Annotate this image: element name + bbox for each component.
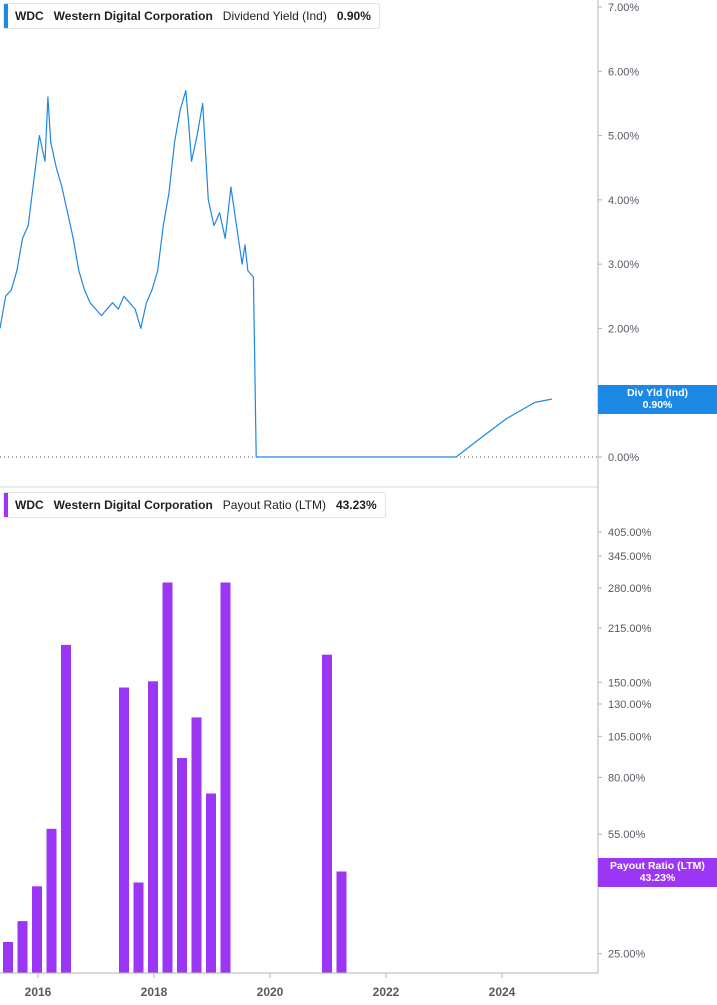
payout-bar [191,717,202,973]
x-tick-label: 2020 [257,985,284,999]
payout-ratio-series [3,582,347,973]
y-tick-label: 130.00% [608,699,652,711]
x-axis: 2016 2018 2020 2022 2024 [0,972,598,999]
bottom-legend: WDC Western Digital Corporation Payout R… [3,492,386,518]
payout-bar [220,582,231,973]
legend-value: 43.23% [335,498,377,512]
y-tick-label: 80.00% [608,773,646,785]
payout-bar [206,793,216,973]
legend-company: Western Digital Corporation [53,498,213,512]
y-tick-label: 6.00% [608,66,639,78]
x-tick-label: 2016 [25,985,52,999]
payout-bar [133,882,144,973]
y-tick-label: 345.00% [608,551,652,563]
payout-bar [61,644,71,973]
yield-tag-label: Div Yld (Ind) [626,387,689,399]
payout-bar [119,687,129,973]
x-tick-label: 2018 [141,985,168,999]
y-tick-label: 105.00% [608,731,652,743]
y-tick-label: 405.00% [608,527,652,539]
y-tick-label: 215.00% [608,623,652,635]
yield-tag-value: 0.90% [642,399,673,411]
dividend-yield-line [0,89,552,458]
y-tick-label: 2.00% [608,323,639,335]
y-tick-label: 3.00% [608,259,639,271]
y-tick-label: 5.00% [608,131,639,143]
payout-bar [17,921,28,973]
legend-metric: Dividend Yield (Ind) [222,9,327,23]
y-tick-label: 4.00% [608,195,639,207]
top-panel-grid [0,456,598,488]
payout-bar [162,582,173,973]
legend-value: 0.90% [336,9,371,23]
payout-bar [322,654,332,973]
legend-company: Western Digital Corporation [53,9,213,23]
x-tick-label: 2024 [489,985,516,999]
payout-bar [177,758,187,973]
legend-ticker: WDC [15,9,44,23]
payout-tag-value: 43.23% [639,872,676,884]
yield-value-tag: Div Yld (Ind) 0.90% [598,385,717,414]
dividend-yield-series [0,89,552,458]
payout-tag-label: Payout Ratio (LTM) [610,860,705,872]
payout-bar [3,942,13,973]
y-tick-label: 150.00% [608,677,652,689]
legend-ticker: WDC [15,498,44,512]
y-tick-label: 280.00% [608,583,652,595]
yield-swatch [4,4,8,28]
payout-bar [46,828,57,973]
y-tick-label: 25.00% [608,949,646,961]
legend-metric: Payout Ratio (LTM) [222,498,326,512]
payout-bar [32,886,42,973]
payout-bar [148,681,158,973]
payout-value-tag: Payout Ratio (LTM) 43.23% [598,858,717,887]
y-tick-label: 55.00% [608,829,646,841]
bottom-y-axis: 405.00% 345.00% 280.00% 215.00% 150.00% 130.0… [597,487,652,973]
payout-swatch [4,493,8,517]
y-tick-label: 7.00% [608,2,639,14]
x-tick-label: 2022 [373,985,400,999]
top-legend: WDC Western Digital Corporation Dividend… [3,3,380,29]
payout-bar [336,871,347,973]
y-tick-label: 0.00% [608,452,639,464]
